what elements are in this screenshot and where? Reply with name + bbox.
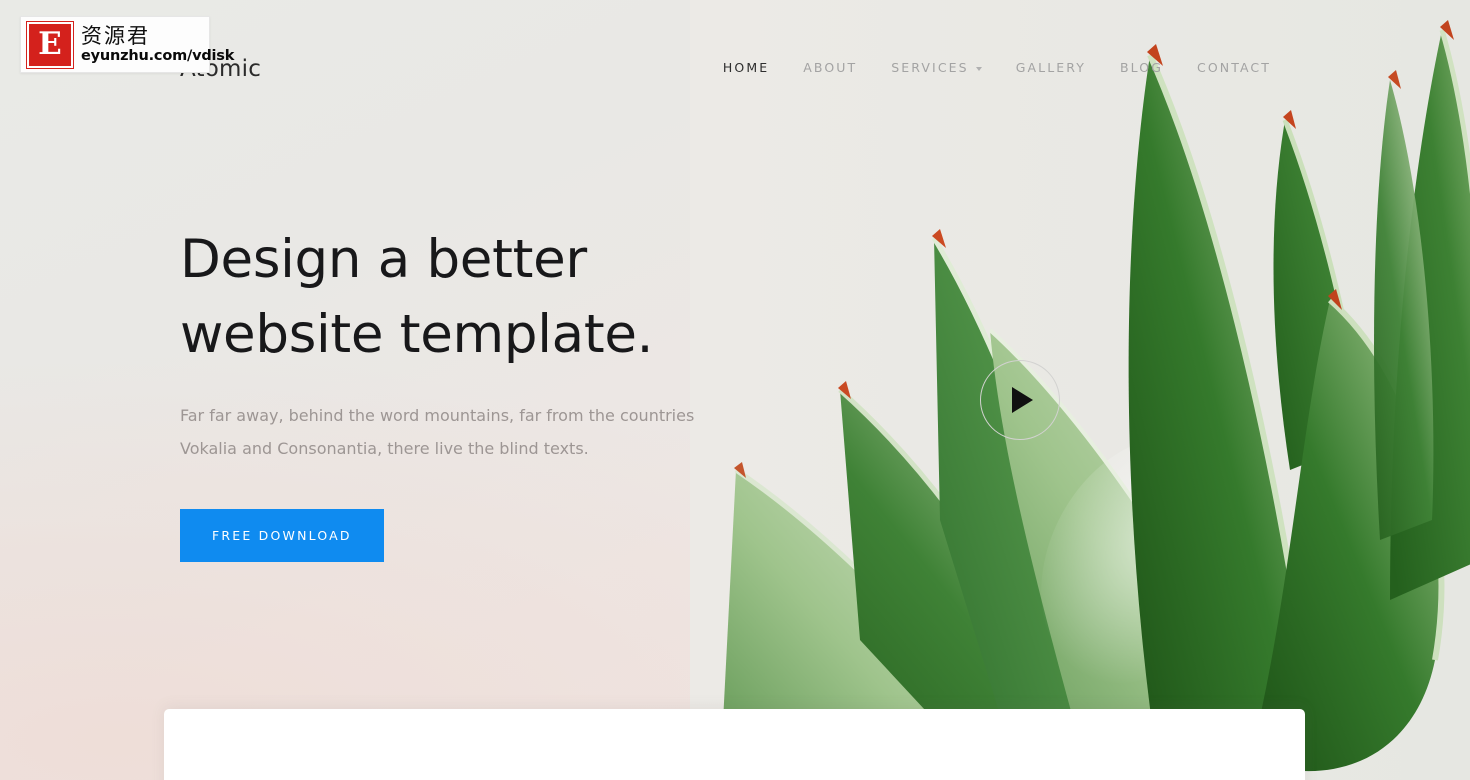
nav-item-contact[interactable]: CONTACT (1180, 60, 1288, 75)
watermark-overlay: E 资源君 eyunzhu.com/vdisk (20, 16, 234, 73)
watermark-chinese-label: 资源君 (81, 23, 150, 48)
watermark-text: 资源君 eyunzhu.com/vdisk (81, 25, 234, 65)
site-header: Atomic HOME ABOUT SERVICES GALLERY BLOG CONTA… (0, 0, 1470, 140)
page-title: Design a better website template. (180, 222, 740, 372)
nav-item-services[interactable]: SERVICES (874, 60, 998, 75)
nav-item-about[interactable]: ABOUT (786, 60, 874, 75)
nav-item-label: GALLERY (1015, 60, 1086, 75)
hero-title-line-1: Design a better (180, 229, 587, 290)
watermark-url: eyunzhu.com/vdisk (81, 47, 235, 64)
feature-card-panel (164, 709, 1305, 780)
nav-item-home[interactable]: HOME (706, 60, 786, 75)
hero-subtitle: Far far away, behind the word mountains,… (180, 406, 695, 458)
nav-item-label: SERVICES (891, 60, 969, 75)
nav-item-label: HOME (722, 60, 770, 75)
watermark-badge-letter: E (38, 26, 62, 62)
hero-title-line-2: website template. (180, 304, 654, 365)
play-triangle-icon (1012, 387, 1033, 413)
nav-item-label: BLOG (1119, 60, 1164, 75)
watermark-logo-icon: E (26, 20, 74, 69)
main-navigation: HOME ABOUT SERVICES GALLERY BLOG CONTACT (706, 60, 1288, 75)
free-download-button[interactable]: FREE DOWNLOAD (180, 509, 384, 562)
nav-item-label: CONTACT (1197, 60, 1271, 75)
nav-item-label: ABOUT (803, 60, 858, 75)
nav-item-gallery[interactable]: GALLERY (999, 60, 1103, 75)
chevron-down-icon (975, 66, 982, 71)
hero-section: Design a better website template. Far fa… (180, 222, 740, 562)
nav-item-blog[interactable]: BLOG (1103, 60, 1180, 75)
play-video-button[interactable] (980, 360, 1060, 440)
